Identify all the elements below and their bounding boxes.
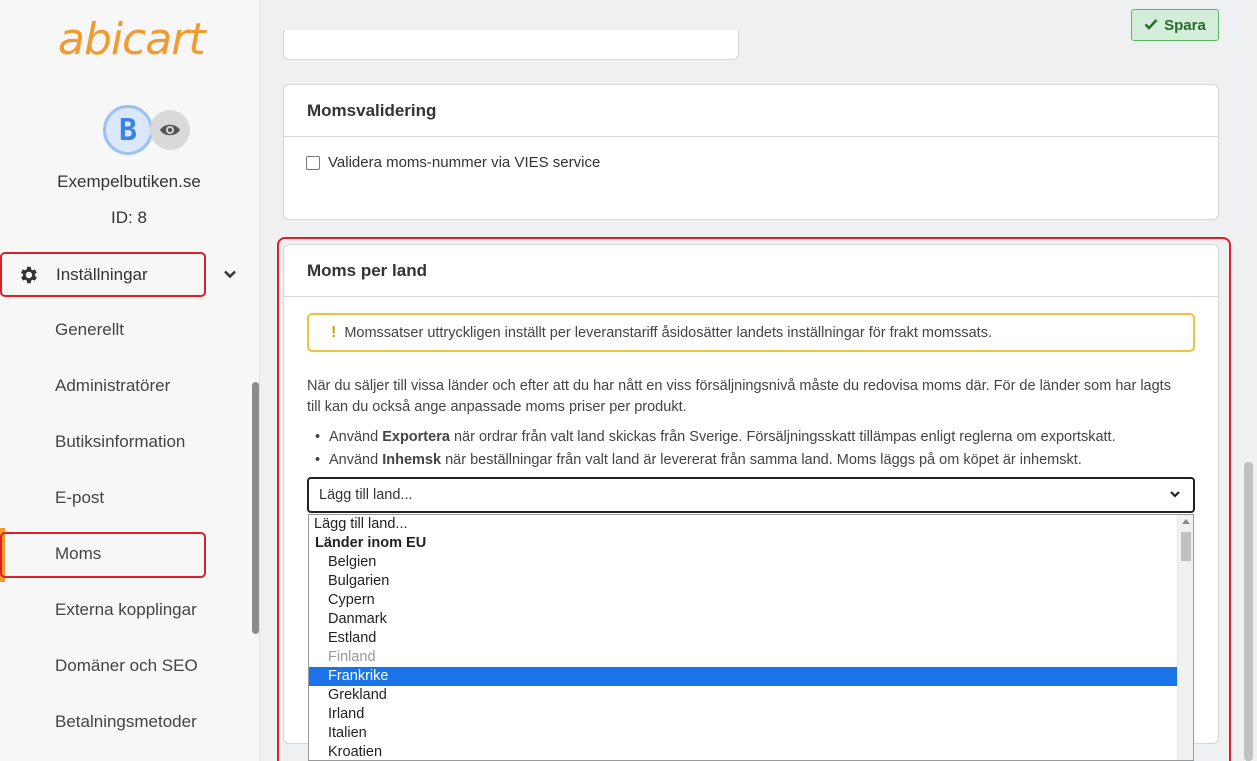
nav-section-settings[interactable]: Inställningar — [0, 252, 206, 297]
sidebar-item-moms[interactable]: Moms — [55, 544, 101, 564]
active-item-highlight — [0, 532, 206, 578]
sidebar: abicart B Exempelbutiken.se ID: 8 Instäl… — [0, 0, 260, 761]
annotation-highlight — [277, 237, 1231, 761]
sidebar-item-butiksinformation[interactable]: Butiksinformation — [55, 432, 185, 452]
vat-validation-card: Momsvalidering Validera moms-nummer via … — [283, 84, 1219, 220]
vies-checkbox-row[interactable]: Validera moms-nummer via VIES service — [306, 154, 600, 171]
sidebar-item-domaner-seo[interactable]: Domäner och SEO — [55, 656, 198, 676]
check-icon — [1144, 17, 1158, 34]
chevron-down-icon[interactable] — [223, 267, 237, 286]
sidebar-item-epost[interactable]: E-post — [55, 488, 104, 508]
save-label: Spara — [1164, 16, 1206, 34]
sidebar-item-externa-kopplingar[interactable]: Externa kopplingar — [55, 600, 197, 620]
save-button[interactable]: Spara — [1131, 9, 1219, 41]
sidebar-scrollbar[interactable] — [252, 382, 259, 634]
store-name: Exempelbutiken.se — [57, 172, 201, 191]
abicart-logo[interactable]: abicart — [58, 14, 206, 65]
store-id: ID: 8 — [111, 208, 147, 227]
store-avatar[interactable]: B — [103, 105, 153, 155]
sidebar-item-administratorer[interactable]: Administratörer — [55, 376, 170, 396]
sidebar-item-generellt[interactable]: Generellt — [55, 320, 124, 340]
main-content: Spara Momsvalidering Validera moms-numme… — [260, 0, 1240, 761]
sidebar-item-betalningsmetoder[interactable]: Betalningsmetoder — [55, 712, 197, 732]
vies-checkbox[interactable] — [306, 155, 320, 170]
nav-section-label: Inställningar — [56, 264, 148, 284]
page-scroll-thumb[interactable] — [1244, 462, 1253, 761]
avatar-letter: B — [118, 112, 138, 148]
vies-checkbox-label: Validera moms-nummer via VIES service — [328, 154, 601, 171]
page-scrollbar[interactable] — [1240, 0, 1257, 761]
vat-validation-title: Momsvalidering — [284, 85, 1218, 137]
eye-icon[interactable] — [150, 110, 190, 150]
gear-icon — [17, 264, 39, 291]
previous-card-bottom — [283, 30, 739, 60]
